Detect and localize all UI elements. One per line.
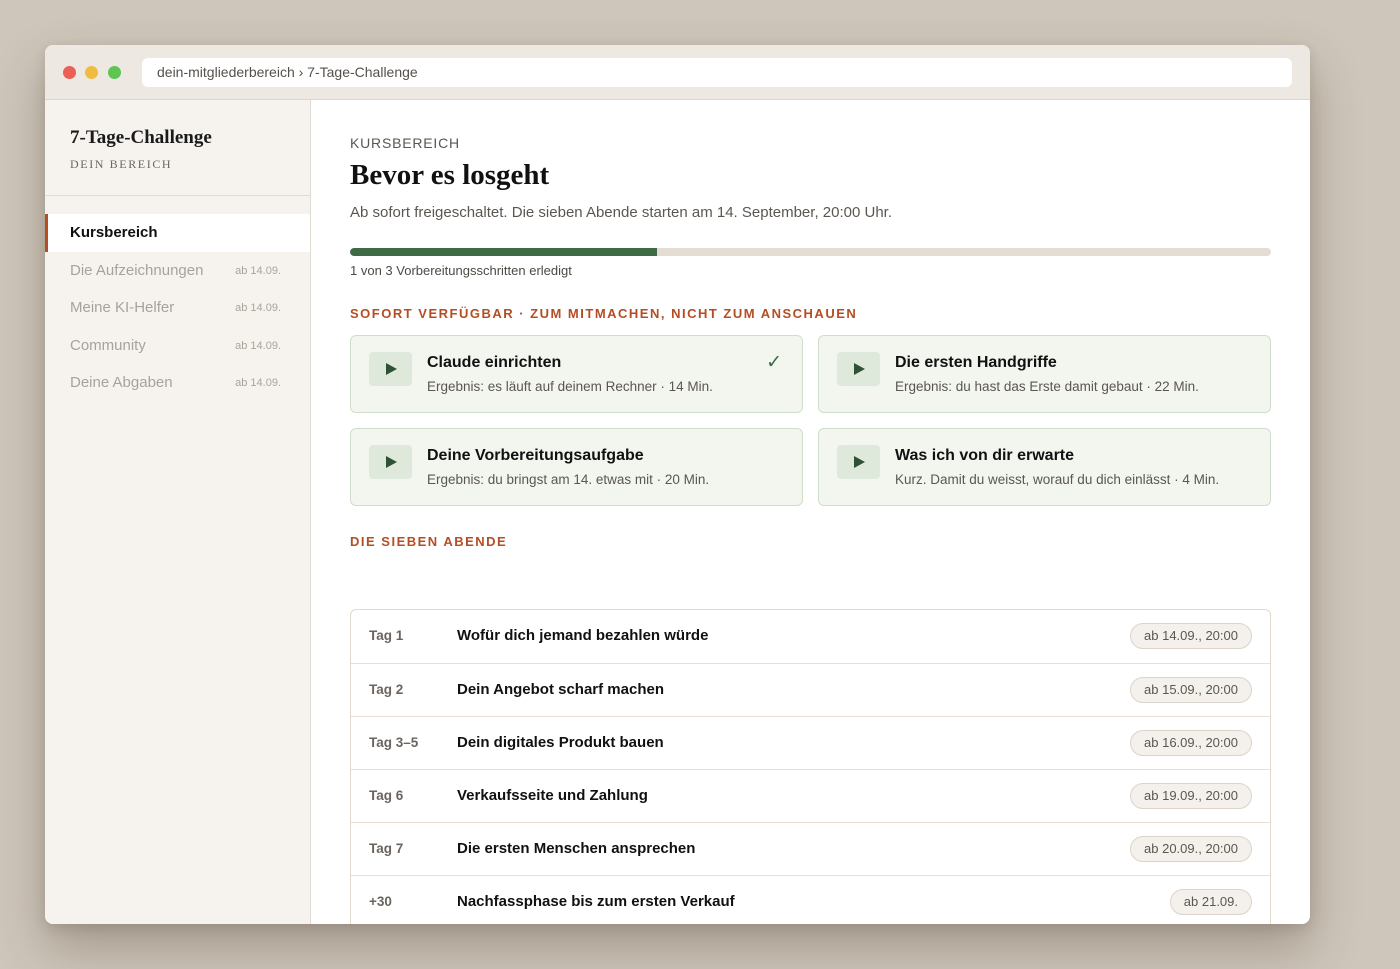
day-label: Tag 1 — [369, 628, 404, 643]
day-date-badge: ab 14.09., 20:00 — [1130, 623, 1252, 649]
progress-label: 1 von 3 Vorbereitungsschritten erledigt — [350, 263, 572, 278]
sidebar-item-ki-helfer[interactable]: Meine KI-Helfer ab 14.09. — [45, 289, 310, 327]
day-label: Tag 2 — [369, 682, 404, 697]
day-title: Dein digitales Produkt bauen — [457, 734, 664, 751]
day-label: Tag 6 — [369, 788, 404, 803]
sidebar-nav: Kursbereich Die Aufzeichnungen ab 14.09.… — [45, 214, 310, 402]
sidebar-item-kursbereich[interactable]: Kursbereich — [45, 214, 310, 252]
lesson-card[interactable]: Deine Vorbereitungsaufgabe Ergebnis: du … — [350, 428, 803, 506]
course-title: 7-Tage-Challenge — [70, 127, 212, 148]
day-title: Wofür dich jemand bezahlen würde — [457, 627, 709, 644]
sidebar-item-date: ab 14.09. — [235, 302, 281, 314]
day-row[interactable]: Tag 1 Wofür dich jemand bezahlen würde a… — [351, 610, 1270, 663]
day-title: Verkaufsseite und Zahlung — [457, 787, 648, 804]
page-lead: Ab sofort freigeschaltet. Die sieben Abe… — [350, 204, 892, 221]
sidebar-item-community[interactable]: Community ab 14.09. — [45, 327, 310, 365]
page-title: Bevor es losgeht — [350, 159, 550, 191]
progress-bar — [350, 248, 1271, 256]
minimize-window-button[interactable] — [85, 66, 98, 79]
day-label: +30 — [369, 894, 392, 909]
play-icon[interactable] — [369, 352, 412, 386]
page-eyebrow: KURSBEREICH — [350, 135, 460, 151]
sidebar-item-label: Die Aufzeichnungen — [70, 261, 204, 279]
sidebar-item-label: Community — [70, 336, 146, 354]
address-bar[interactable]: dein-mitgliederbereich › 7-Tage-Challeng… — [142, 58, 1292, 87]
sidebar-item-abgaben[interactable]: Deine Abgaben ab 14.09. — [45, 364, 310, 402]
lesson-subtitle: Ergebnis: du bringst am 14. etwas mit · … — [427, 472, 710, 487]
day-label: Tag 3–5 — [369, 735, 419, 750]
maximize-window-button[interactable] — [108, 66, 121, 79]
day-title: Nachfassphase bis zum ersten Verkauf — [457, 893, 735, 910]
course-subtitle: DEIN BEREICH — [70, 157, 173, 171]
lesson-title: Claude einrichten — [427, 354, 562, 371]
play-icon[interactable] — [369, 445, 412, 479]
sidebar-divider — [45, 195, 310, 196]
close-window-button[interactable] — [63, 66, 76, 79]
sidebar-item-aufzeichnungen[interactable]: Die Aufzeichnungen ab 14.09. — [45, 252, 310, 290]
lesson-subtitle: Kurz. Damit du weisst, worauf du dich ei… — [895, 472, 1220, 487]
main-content: KURSBEREICH Bevor es losgeht Ab sofort f… — [350, 100, 1271, 924]
sidebar-item-label: Deine Abgaben — [70, 374, 173, 391]
section-title-immediate: SOFORT VERFÜGBAR · ZUM MITMACHEN, NICHT … — [350, 306, 858, 321]
sidebar-item-label: Kursbereich — [70, 224, 158, 241]
checkmark-icon: ✓ — [766, 352, 782, 373]
sidebar: 7-Tage-Challenge DEIN BEREICH Kursbereic… — [45, 100, 311, 924]
day-row[interactable]: +30 Nachfassphase bis zum ersten Verkauf… — [351, 875, 1270, 924]
play-icon[interactable] — [837, 445, 880, 479]
sidebar-item-date: ab 14.09. — [235, 264, 281, 277]
day-date-badge: ab 19.09., 20:00 — [1130, 783, 1252, 809]
days-list: Tag 1 Wofür dich jemand bezahlen würde a… — [350, 609, 1271, 924]
browser-window: dein-mitgliederbereich › 7-Tage-Challeng… — [45, 45, 1310, 924]
day-row[interactable]: Tag 3–5 Dein digitales Produkt bauen ab … — [351, 716, 1270, 769]
lesson-title: Deine Vorbereitungsaufgabe — [427, 447, 644, 464]
day-row[interactable]: Tag 2 Dein Angebot scharf machen ab 15.0… — [351, 663, 1270, 716]
lesson-card[interactable]: Was ich von dir erwarte Kurz. Damit du w… — [818, 428, 1271, 506]
play-icon[interactable] — [837, 352, 880, 386]
lesson-title: Was ich von dir erwarte — [895, 447, 1075, 464]
progress-fill — [350, 248, 657, 256]
day-row[interactable]: Tag 7 Die ersten Menschen ansprechen ab … — [351, 822, 1270, 875]
day-date-badge: ab 16.09., 20:00 — [1130, 730, 1252, 756]
day-date-badge: ab 15.09., 20:00 — [1130, 677, 1252, 703]
lesson-card[interactable]: Die ersten Handgriffe Ergebnis: du hast … — [818, 335, 1271, 413]
day-row[interactable]: Tag 6 Verkaufsseite und Zahlung ab 19.09… — [351, 769, 1270, 822]
section-title-days: DIE SIEBEN ABENDE — [350, 534, 508, 549]
sidebar-brand: 7-Tage-Challenge DEIN BEREICH — [70, 127, 212, 172]
lesson-subtitle: Ergebnis: es läuft auf deinem Rechner · … — [427, 379, 713, 394]
day-title: Dein Angebot scharf machen — [457, 681, 664, 698]
day-title: Die ersten Menschen ansprechen — [457, 840, 696, 857]
day-date-badge: ab 20.09., 20:00 — [1130, 836, 1252, 862]
sidebar-item-date: ab 14.09. — [235, 339, 281, 352]
lesson-card[interactable]: Claude einrichten Ergebnis: es läuft auf… — [350, 335, 803, 413]
sidebar-item-date: ab 14.09. — [235, 377, 281, 389]
day-date-badge: ab 21.09. — [1169, 889, 1252, 915]
lesson-title: Die ersten Handgriffe — [895, 354, 1057, 371]
title-bar: dein-mitgliederbereich › 7-Tage-Challeng… — [45, 45, 1310, 100]
sidebar-item-label: Meine KI-Helfer — [70, 299, 175, 316]
day-label: Tag 7 — [369, 841, 404, 856]
lesson-subtitle: Ergebnis: du hast das Erste damit gebaut… — [895, 379, 1199, 394]
